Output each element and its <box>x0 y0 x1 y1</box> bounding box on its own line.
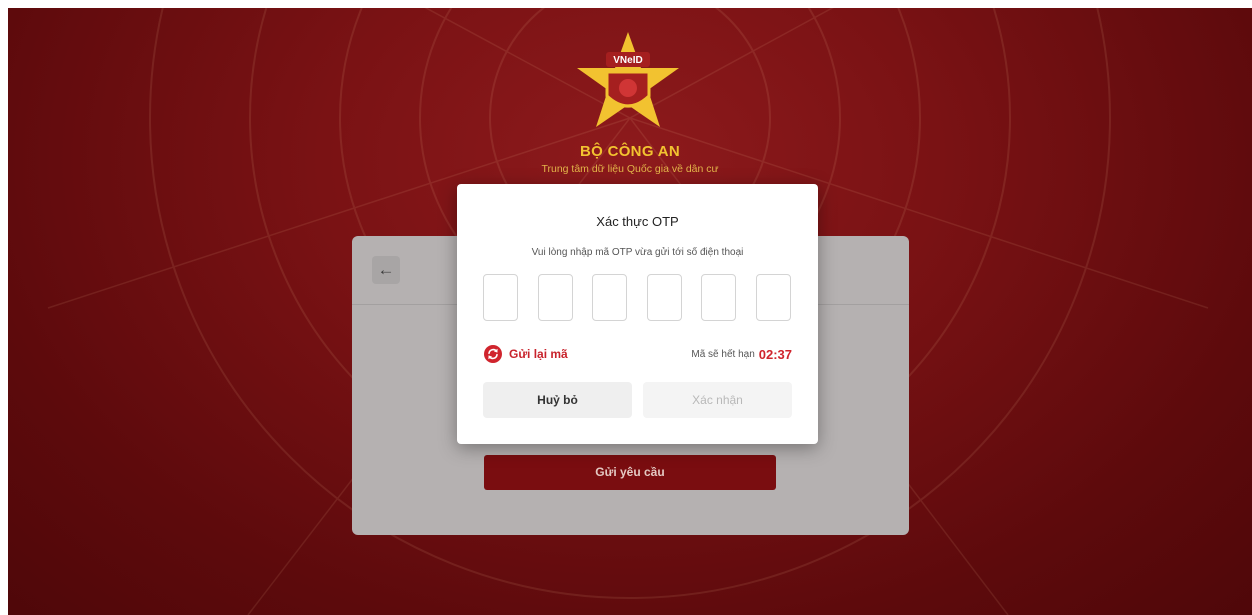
confirm-button[interactable]: Xác nhận <box>643 382 792 418</box>
refresh-icon <box>484 345 502 363</box>
otp-modal: Xác thực OTP Vui lòng nhập mã OTP vừa gử… <box>457 184 818 444</box>
modal-instruction: Vui lòng nhập mã OTP vừa gửi tới số điện… <box>531 247 744 258</box>
modal-title: Xác thực OTP <box>596 214 679 229</box>
otp-digit-5[interactable] <box>701 274 736 321</box>
expiry-label: Mã sẽ hết hạn <box>691 348 755 360</box>
otp-digit-1[interactable] <box>483 274 518 321</box>
otp-digit-6[interactable] <box>755 274 791 321</box>
expiry-info: Mã sẽ hết hạn 02:37 <box>691 344 792 364</box>
otp-input-group <box>483 274 793 323</box>
otp-digit-2[interactable] <box>537 274 573 321</box>
countdown-timer: 02:37 <box>758 346 792 362</box>
resend-code-button[interactable]: Gửi lại mã <box>484 344 568 364</box>
otp-digit-4[interactable] <box>646 274 682 321</box>
cancel-button[interactable]: Huỷ bỏ <box>483 382 632 418</box>
resend-label: Gửi lại mã <box>509 347 568 361</box>
otp-digit-3[interactable] <box>592 274 627 321</box>
